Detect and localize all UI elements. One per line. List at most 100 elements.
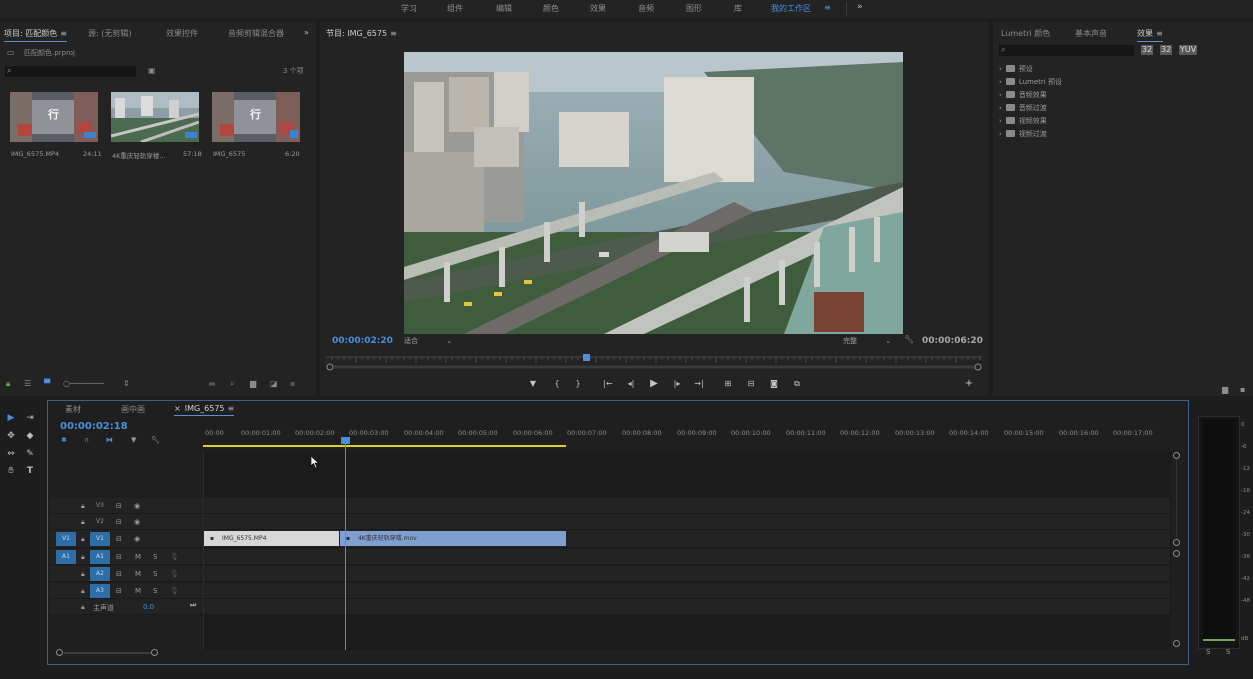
icon-view-icon[interactable]: ▀	[44, 379, 50, 389]
workspace-tab-libraries[interactable]: 库	[734, 3, 742, 14]
clip-4k-chongqing-mov[interactable]: ▪ 4K重庆轻轨穿楼.mov	[340, 531, 566, 546]
new-item-icon[interactable]: ◪	[270, 379, 278, 389]
track-label-a3[interactable]: A3	[90, 584, 110, 598]
sort-icon[interactable]: ⇕	[123, 379, 130, 389]
effects-item-video-effects[interactable]: › 视频效果	[999, 116, 1047, 126]
track-label-a1[interactable]: A1	[90, 550, 110, 564]
trash-icon[interactable]: ▪	[290, 379, 295, 389]
pen-tool-icon[interactable]: ✎	[24, 449, 36, 459]
lock-icon[interactable]: 🔒︎	[81, 502, 85, 511]
scroll-handle-left[interactable]	[56, 649, 63, 656]
sync-lock-icon[interactable]: ⊟	[116, 553, 122, 561]
sync-lock-icon[interactable]: ⊟	[116, 518, 122, 526]
sync-lock-icon[interactable]: ⊟	[116, 587, 122, 595]
step-back-icon[interactable]: ◂|	[625, 379, 637, 388]
timeline-vertical-scrollbar[interactable]	[1173, 452, 1181, 647]
folder-icon[interactable]: ▆	[250, 379, 256, 389]
add-marker-icon[interactable]: ▼	[527, 379, 539, 388]
quality-dropdown[interactable]: 完整 ⌄	[843, 336, 891, 346]
effects-item-audio-transitions[interactable]: › 音频过渡	[999, 103, 1047, 113]
mark-out-icon[interactable]: }	[572, 379, 584, 388]
list-view-icon[interactable]: ☰	[24, 379, 31, 389]
snap-icon[interactable]: ∩	[84, 436, 89, 444]
slip-tool-icon[interactable]: ⇔	[5, 449, 17, 459]
scroll-handle-mid[interactable]	[1173, 539, 1180, 546]
solo-button[interactable]: S	[153, 570, 157, 578]
go-to-in-icon[interactable]: |←	[602, 379, 614, 388]
lift-icon[interactable]: ⊞	[722, 379, 734, 388]
step-forward-icon[interactable]: |▸	[671, 379, 683, 388]
tab-menu-icon[interactable]: ≡	[228, 404, 235, 413]
workspace-tab-graphics[interactable]: 图形	[686, 3, 702, 14]
play-icon[interactable]: ▶	[648, 378, 660, 389]
mute-button[interactable]: M	[135, 570, 141, 578]
program-video-frame[interactable]	[404, 52, 903, 334]
extract-icon[interactable]: ⊟	[745, 379, 757, 388]
go-to-out-icon[interactable]: →|	[693, 379, 705, 388]
clip-img6575-mp4[interactable]: ▪ IMG_6575.MP4	[204, 531, 339, 546]
track-label-a2[interactable]: A2	[90, 567, 110, 581]
go-to-end-icon[interactable]: ⏭︎	[190, 601, 196, 610]
microphone-icon[interactable]: 🎙︎	[170, 570, 179, 578]
scroll-handle-bottom[interactable]	[1173, 640, 1180, 647]
source-patch-v1[interactable]: V1	[56, 532, 76, 546]
track-label-v2[interactable]: V2	[90, 515, 110, 529]
wrench-icon[interactable]: 🔧︎	[151, 436, 160, 444]
camera-icon[interactable]: ◙	[768, 379, 780, 388]
source-patch-a1[interactable]: A1	[56, 550, 76, 564]
tab-audio-clip-mixer[interactable]: 音频剪辑混合器	[228, 28, 284, 39]
track-label-v3[interactable]: V3	[90, 499, 110, 513]
sync-lock-icon[interactable]: ⊟	[116, 535, 122, 543]
workspace-tab-learn[interactable]: 学习	[401, 3, 417, 14]
close-icon[interactable]: ×	[174, 404, 181, 413]
wrench-icon[interactable]: 🔧︎	[904, 335, 914, 345]
razor-tool-icon[interactable]: ◆	[24, 431, 36, 441]
tab-lumetri-color[interactable]: Lumetri 颜色	[1001, 28, 1050, 39]
workspace-tab-effects[interactable]: 效果	[590, 3, 606, 14]
workspace-tab-color[interactable]: 颜色	[543, 3, 559, 14]
type-tool-icon[interactable]: T	[24, 466, 36, 476]
mute-button[interactable]: M	[135, 553, 141, 561]
program-scrub-bar[interactable]	[326, 353, 982, 373]
workspace-tab-assembly[interactable]: 组件	[447, 3, 463, 14]
hand-tool-icon[interactable]: ✋︎	[5, 466, 17, 476]
comparison-view-icon[interactable]: ⧉	[791, 379, 803, 389]
chevron-double-right-icon[interactable]: »	[857, 2, 863, 12]
effects-search-input[interactable]	[999, 45, 1134, 56]
lock-icon[interactable]: 🔒︎	[81, 570, 85, 579]
timeline-current-time[interactable]: 00:00:02:18	[60, 421, 128, 432]
tab-menu-icon[interactable]: ≡	[1156, 29, 1163, 38]
tab-effect-controls[interactable]: 效果控件	[166, 28, 198, 39]
tab-sequence-img6575[interactable]: × IMG_6575 ≡	[174, 404, 235, 416]
lock-icon[interactable]: 🔒︎	[81, 587, 85, 596]
master-volume-value[interactable]: 0.0	[143, 603, 154, 611]
program-current-time[interactable]: 00:00:02:20	[332, 336, 393, 346]
playhead-handle[interactable]	[341, 437, 350, 444]
tab-sequence-pip[interactable]: 画中画	[121, 404, 145, 415]
effects-item-presets[interactable]: › 预设	[999, 64, 1033, 74]
thumbnail-img6575-sequence[interactable]: 行	[212, 92, 300, 142]
eye-icon[interactable]: ◉	[134, 502, 140, 510]
solo-button[interactable]: S	[153, 587, 157, 595]
nest-icon[interactable]: ✱	[61, 436, 67, 444]
tab-menu-icon[interactable]: ≡	[390, 29, 397, 38]
effects-item-video-transitions[interactable]: › 视频过渡	[999, 129, 1047, 139]
lock-icon[interactable]: 🔒︎	[81, 553, 85, 562]
lock-icon[interactable]: 🔒︎	[81, 603, 85, 612]
sync-lock-icon[interactable]: ⊟	[116, 502, 122, 510]
new-bin-icon[interactable]: ▆	[1222, 385, 1228, 395]
eye-icon[interactable]: ◉	[134, 518, 140, 526]
tab-essential-sound[interactable]: 基本声音	[1075, 28, 1107, 39]
workspace-tab-my-workspace[interactable]: 我的工作区	[771, 3, 811, 14]
tab-program[interactable]: 节目: IMG_6575 ≡	[326, 28, 397, 41]
yuv-effects-icon[interactable]: YUV	[1179, 45, 1198, 55]
eye-icon[interactable]: ◉	[134, 535, 140, 543]
solo-button[interactable]: S	[153, 553, 157, 561]
panel-overflow-icon[interactable]: »	[304, 28, 309, 38]
thumbnail-4k-chongqing[interactable]	[111, 92, 199, 142]
automate-icon[interactable]: ▬	[208, 379, 216, 389]
microphone-icon[interactable]: 🎙︎	[170, 553, 179, 561]
mark-in-icon[interactable]: {	[551, 379, 563, 388]
selection-tool-icon[interactable]: ▶	[5, 413, 17, 423]
32bit-effects-icon[interactable]: 32	[1160, 45, 1173, 55]
